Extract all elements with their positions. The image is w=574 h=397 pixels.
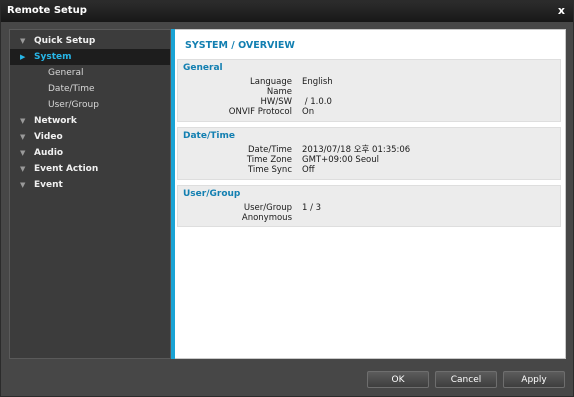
section-heading: User/Group [183, 189, 241, 199]
sidebar-subitem-date-time[interactable]: Date/Time [10, 81, 170, 97]
title-bar: Remote Setup x [1, 1, 573, 22]
sidebar-item-label: System [34, 52, 72, 62]
sidebar-item-label: Audio [34, 148, 64, 158]
remote-setup-window: Remote Setup x ▼ Quick Setup ▶ System Ge… [0, 0, 574, 397]
info-row-anonymous: Anonymous [178, 213, 560, 223]
info-label: Time Sync [248, 165, 292, 175]
triangle-right-icon: ▶ [20, 53, 26, 61]
sidebar-item-audio[interactable]: ▼ Audio [10, 145, 170, 161]
section-date-time: Date/Time Date/Time 2013/07/18 오후 01:35:… [177, 127, 561, 180]
content-panel: SYSTEM / OVERVIEW General Language Engli… [175, 29, 566, 359]
info-label: Name [266, 87, 292, 97]
triangle-down-icon: ▼ [20, 117, 26, 125]
sidebar-item-event[interactable]: ▼ Event [10, 177, 170, 193]
sidebar-item-quick-setup[interactable]: ▼ Quick Setup [10, 33, 170, 49]
sidebar-item-network[interactable]: ▼ Network [10, 113, 170, 129]
sidebar-subitem-user-group[interactable]: User/Group [10, 97, 170, 113]
sidebar-item-label: Event [34, 180, 63, 190]
triangle-down-icon: ▼ [20, 37, 26, 45]
section-heading: Date/Time [183, 131, 235, 141]
sidebar-item-label: Event Action [34, 164, 99, 174]
section-user-group: User/Group User/Group 1 / 3 Anonymous [177, 185, 561, 227]
info-row-name: Name [178, 87, 560, 97]
info-row-hw-sw: HW/SW / 1.0.0 [178, 97, 560, 107]
info-row-user-group: User/Group 1 / 3 [178, 203, 560, 213]
apply-button[interactable]: Apply [503, 371, 565, 388]
info-row-onvif: ONVIF Protocol On [178, 107, 560, 117]
info-label: User/Group [243, 203, 292, 213]
window-title: Remote Setup [7, 5, 87, 16]
info-value: On [302, 107, 315, 117]
triangle-down-icon: ▼ [20, 133, 26, 141]
sidebar-item-label: Quick Setup [34, 36, 96, 46]
sidebar-item-label: Network [34, 116, 77, 126]
info-row-language: Language English [178, 77, 560, 87]
info-value: English [302, 77, 333, 87]
section-heading: General [183, 63, 223, 73]
triangle-down-icon: ▼ [20, 149, 26, 157]
info-label: Language [250, 77, 292, 87]
sidebar-item-system[interactable]: ▶ System [10, 49, 170, 65]
sidebar-item-label: Video [34, 132, 63, 142]
triangle-down-icon: ▼ [20, 181, 26, 189]
dialog-button-bar: OK Cancel Apply [1, 363, 573, 397]
sidebar-item-event-action[interactable]: ▼ Event Action [10, 161, 170, 177]
info-row-time-sync: Time Sync Off [178, 165, 560, 175]
info-value: GMT+09:00 Seoul [302, 155, 380, 165]
info-value: / 1.0.0 [302, 97, 332, 107]
info-value: Off [302, 165, 315, 175]
info-value: 2013/07/18 오후 01:35:06 [302, 145, 411, 155]
sidebar-item-video[interactable]: ▼ Video [10, 129, 170, 145]
close-icon[interactable]: x [558, 4, 565, 17]
cancel-button[interactable]: Cancel [435, 371, 497, 388]
info-label: ONVIF Protocol [228, 107, 292, 117]
page-title: SYSTEM / OVERVIEW [185, 40, 295, 51]
info-label: HW/SW [260, 97, 292, 107]
sidebar-nav: ▼ Quick Setup ▶ System General Date/Time… [9, 29, 171, 359]
info-label: Time Zone [246, 155, 292, 165]
triangle-down-icon: ▼ [20, 165, 26, 173]
info-label: Anonymous [241, 213, 292, 223]
section-general: General Language English Name HW/SW / 1.… [177, 59, 561, 122]
info-row-date-time: Date/Time 2013/07/18 오후 01:35:06 [178, 145, 560, 155]
info-row-time-zone: Time Zone GMT+09:00 Seoul [178, 155, 560, 165]
info-value: 1 / 3 [302, 203, 322, 213]
sidebar-subitem-general[interactable]: General [10, 65, 170, 81]
ok-button[interactable]: OK [367, 371, 429, 388]
info-label: Date/Time [248, 145, 292, 155]
